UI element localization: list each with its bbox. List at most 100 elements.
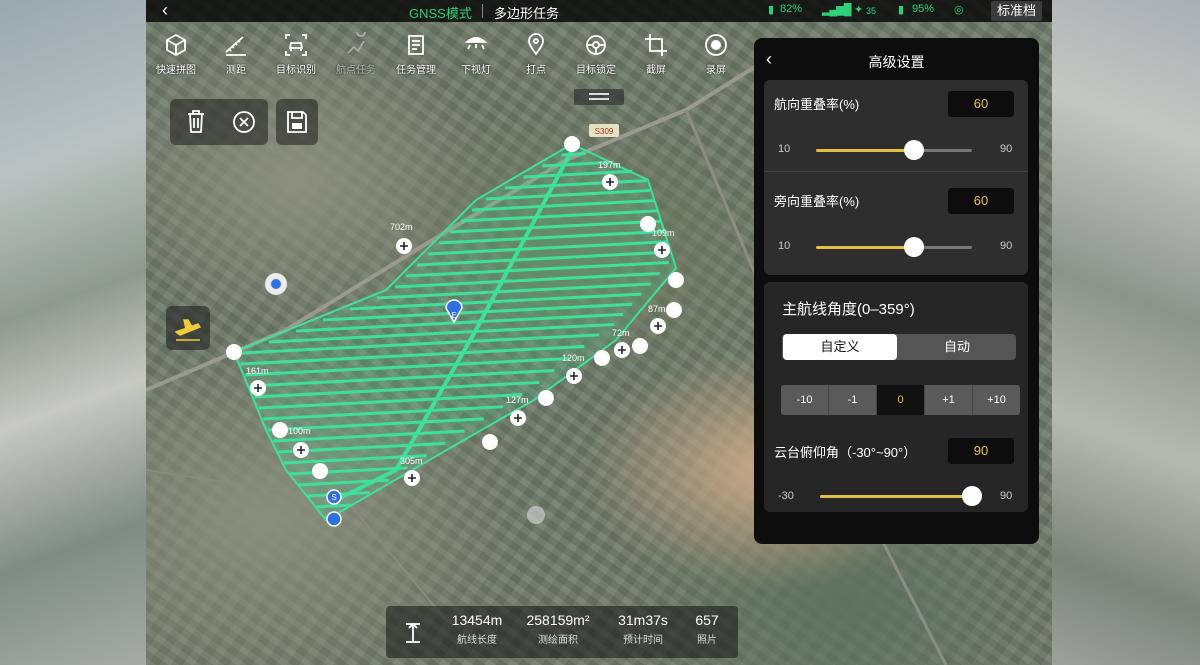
distance-label: 197m bbox=[598, 160, 621, 170]
stat-route-length: 13454m 航线长度 bbox=[442, 612, 512, 646]
stat-value: 258159m² bbox=[526, 612, 590, 628]
slider-knob[interactable] bbox=[903, 237, 924, 257]
delete-icon[interactable] bbox=[176, 99, 216, 145]
gimbal-pitch-input[interactable]: 90 bbox=[948, 438, 1014, 464]
vertex-handle[interactable] bbox=[564, 136, 580, 152]
tool-target-lock[interactable]: 目标锁定 bbox=[566, 28, 626, 78]
aircraft-battery-icon: ▮ bbox=[768, 4, 775, 16]
angle-gimbal-card: 主航线角度(0–359°) 自定义 自动 -10 -1 0 +1 +10 云台俯… bbox=[764, 282, 1028, 512]
map-pin-icon[interactable] bbox=[527, 506, 545, 524]
slider-min-label: -30 bbox=[778, 490, 794, 502]
vertex-handle[interactable] bbox=[668, 272, 684, 288]
takeoff-button[interactable] bbox=[166, 306, 210, 350]
flight-profile-badge[interactable]: 标准档 bbox=[990, 1, 1042, 21]
gimbal-pitch-slider[interactable] bbox=[820, 486, 982, 506]
tool-mark-point[interactable]: 打点 bbox=[506, 28, 566, 78]
heading-overlap-input[interactable]: 60 bbox=[948, 91, 1014, 117]
angle-current-value: 0 bbox=[877, 385, 925, 415]
tool-measure[interactable]: 测距 bbox=[206, 28, 266, 78]
blurred-background-left bbox=[0, 0, 146, 665]
mission-stats-bar: 13454m 航线长度 258159m² 测绘面积 31m37s 预计时间 65… bbox=[386, 606, 738, 658]
vertex-handle[interactable] bbox=[482, 434, 498, 450]
tool-label: 目标锁定 bbox=[576, 65, 616, 76]
distance-label: 120m bbox=[562, 353, 585, 363]
vertex-handle[interactable] bbox=[272, 422, 288, 438]
tool-screenshot[interactable]: 截屏 bbox=[626, 28, 686, 78]
vertex-handle[interactable] bbox=[666, 302, 682, 318]
satellite-count: 35 bbox=[866, 6, 877, 16]
car-scan-icon bbox=[285, 34, 307, 56]
ruler-icon bbox=[225, 36, 246, 56]
step-minus-1[interactable]: -1 bbox=[829, 385, 877, 415]
stat-label: 预计时间 bbox=[623, 635, 663, 646]
tool-label: 截屏 bbox=[646, 65, 666, 76]
add-point-handle[interactable] bbox=[614, 342, 630, 358]
stat-label: 航线长度 bbox=[457, 635, 497, 646]
vertex-handle[interactable] bbox=[312, 463, 328, 479]
chevron-left-icon[interactable]: ‹ bbox=[162, 0, 168, 20]
heading-overlap-slider[interactable] bbox=[816, 140, 972, 160]
stat-survey-area: 258159m² 测绘面积 bbox=[518, 612, 598, 646]
add-point-handle[interactable] bbox=[250, 380, 266, 396]
add-point-handle[interactable] bbox=[510, 410, 526, 426]
mode-option-auto[interactable]: 自动 bbox=[899, 334, 1015, 360]
plane-takeoff-icon bbox=[174, 319, 202, 341]
remote-battery-value: 95% bbox=[912, 3, 935, 15]
main-angle-label: 主航线角度(0–359°) bbox=[782, 301, 915, 318]
distance-label: 702m bbox=[390, 222, 413, 232]
stat-value: 31m37s bbox=[618, 612, 668, 628]
waypoint-icon bbox=[347, 32, 366, 54]
distance-label: 87m bbox=[648, 304, 666, 314]
tool-target-recognition[interactable]: 目标识别 bbox=[266, 28, 326, 78]
tool-screen-record[interactable]: 录屏 bbox=[686, 28, 746, 78]
gimbal-pitch-label: 云台俯仰角（-30°~90°） bbox=[774, 445, 917, 460]
tool-label: 目标识别 bbox=[276, 65, 316, 76]
distance-label: 109m bbox=[652, 228, 675, 238]
stat-value: 13454m bbox=[451, 612, 503, 628]
toolbar-collapse-handle[interactable] bbox=[574, 89, 624, 105]
slider-knob[interactable] bbox=[962, 486, 982, 506]
tool-quick-stitch[interactable]: 快速拼图 bbox=[146, 28, 206, 78]
add-point-handle[interactable] bbox=[566, 368, 582, 384]
start-marker-label: S bbox=[331, 493, 336, 502]
slider-min-label: 10 bbox=[778, 240, 791, 252]
tool-label: 打点 bbox=[526, 65, 546, 76]
stat-label: 照片 bbox=[697, 635, 717, 646]
flight-line bbox=[561, 151, 586, 157]
drone-dot bbox=[271, 279, 281, 289]
divider bbox=[764, 171, 1028, 172]
save-button[interactable] bbox=[276, 99, 318, 145]
step-plus-1[interactable]: +1 bbox=[925, 385, 973, 415]
add-point-handle[interactable] bbox=[654, 242, 670, 258]
altitude-icon[interactable] bbox=[398, 618, 428, 648]
angle-mode-toggle[interactable]: 自定义 自动 bbox=[782, 334, 1016, 360]
divider bbox=[482, 4, 483, 18]
add-point-handle[interactable] bbox=[404, 470, 420, 486]
settings-gear-icon[interactable]: ◎ bbox=[954, 3, 964, 16]
tool-label: 快速拼图 bbox=[156, 65, 196, 76]
add-point-handle[interactable] bbox=[396, 238, 412, 254]
vertex-handle[interactable] bbox=[538, 390, 554, 406]
mode-option-custom[interactable]: 自定义 bbox=[783, 334, 897, 360]
side-overlap-input[interactable]: 60 bbox=[948, 188, 1014, 214]
add-point-handle[interactable] bbox=[602, 174, 618, 190]
tool-down-light[interactable]: 下视灯 bbox=[446, 28, 506, 78]
tool-label: 测距 bbox=[226, 65, 246, 76]
side-overlap-slider[interactable] bbox=[816, 237, 972, 257]
home-point-marker[interactable] bbox=[326, 511, 342, 527]
add-point-handle[interactable] bbox=[650, 318, 666, 334]
vertex-handle[interactable] bbox=[594, 350, 610, 366]
tool-task-management[interactable]: 任务管理 bbox=[386, 28, 446, 78]
slider-min-label: 10 bbox=[778, 143, 791, 155]
close-circle-icon[interactable] bbox=[224, 99, 264, 145]
tool-waypoint-mission[interactable]: 航点任务 bbox=[326, 28, 386, 78]
slider-knob[interactable] bbox=[903, 140, 924, 160]
vertex-handle[interactable] bbox=[632, 338, 648, 354]
step-minus-10[interactable]: -10 bbox=[781, 385, 829, 415]
vertex-handle[interactable] bbox=[226, 344, 242, 360]
step-plus-10[interactable]: +10 bbox=[973, 385, 1020, 415]
stat-estimated-time: 31m37s 预计时间 bbox=[608, 612, 678, 646]
add-point-handle[interactable] bbox=[293, 442, 309, 458]
task-list-icon bbox=[408, 35, 424, 55]
crop-icon bbox=[645, 34, 667, 56]
